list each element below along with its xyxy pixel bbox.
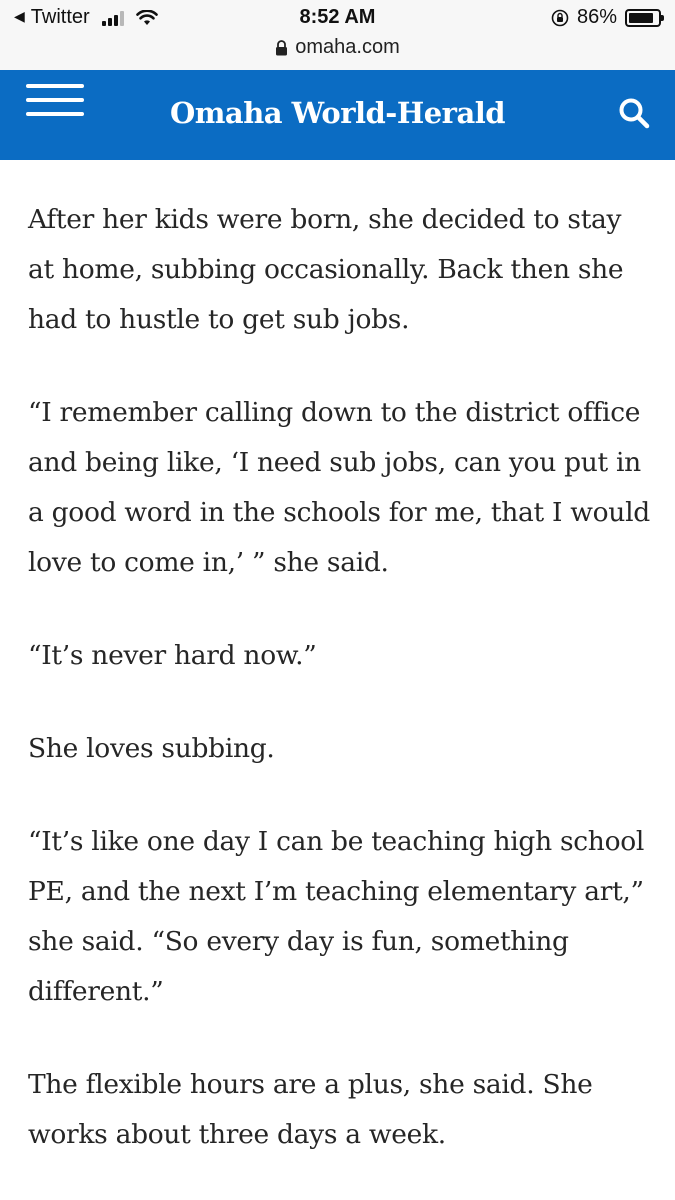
lock-icon	[276, 39, 288, 55]
article-paragraph: “I remember calling down to the district…	[28, 397, 650, 578]
site-header: Omaha World-Herald	[0, 70, 675, 160]
status-bar: ◀ Twitter 8:52 AM omaha.com 86%	[0, 0, 675, 70]
article-paragraph: “It’s never hard now.”	[28, 640, 317, 671]
search-icon[interactable]	[617, 96, 651, 130]
article-paragraph: “It’s like one day I can be teaching hig…	[28, 826, 645, 1007]
article-paragraph: She loves subbing.	[28, 733, 275, 764]
site-logo[interactable]: Omaha World-Herald	[0, 96, 675, 130]
url-text: omaha.com	[295, 36, 400, 58]
status-right: 86%	[551, 6, 664, 29]
address-bar[interactable]: omaha.com	[0, 36, 675, 59]
battery-level	[629, 12, 654, 23]
article-paragraph: The flexible hours are a plus, she said.…	[28, 1069, 593, 1150]
article-paragraph: After her kids were born, she decided to…	[28, 204, 624, 335]
article-body: After her kids were born, she decided to…	[28, 195, 653, 1200]
orientation-lock-icon	[551, 9, 569, 26]
battery-percent: 86%	[576, 6, 617, 28]
battery-icon	[625, 8, 664, 27]
